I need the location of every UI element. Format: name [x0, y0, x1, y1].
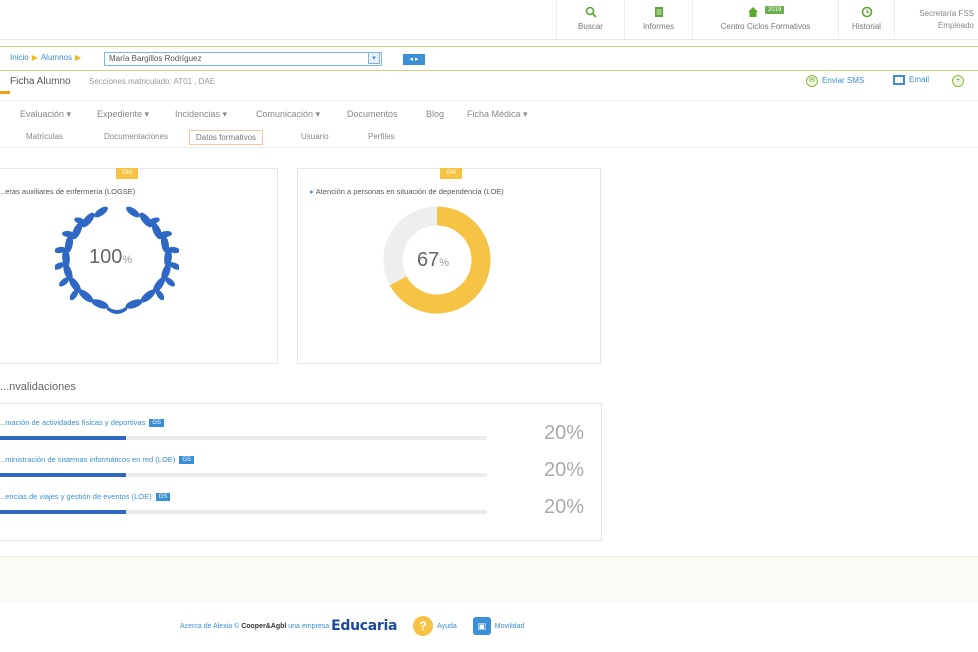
- report-icon: [654, 7, 663, 17]
- send-sms-label: Enviar SMS: [822, 76, 865, 86]
- menu-documentos[interactable]: Documentos: [347, 109, 398, 119]
- educaria-logo[interactable]: Educaria: [331, 618, 397, 634]
- user-type: Empleado: [937, 21, 974, 30]
- footer-company: Cooper&Agbl: [241, 622, 287, 630]
- course-link-arrow-icon: ▸: [310, 187, 314, 196]
- convalidacion-label: ...encias de viajes y gestión de eventos…: [0, 492, 152, 501]
- convalidacion-link[interactable]: ...encias de viajes y gestión de eventos…: [0, 492, 171, 502]
- toolbar-reports-label: Informes: [642, 22, 675, 31]
- progress-fill: [0, 436, 126, 440]
- user-role: Secretaría FSS: [919, 9, 974, 18]
- footer-company-suffix: una empresa: [288, 622, 330, 630]
- list-item: ...encias de viajes y gestión de eventos…: [0, 492, 599, 528]
- course-completion-percent: 100%: [89, 246, 132, 269]
- search-icon: [585, 6, 597, 18]
- center-year-badge: 2019: [764, 6, 785, 14]
- sms-icon: ✉: [806, 75, 818, 87]
- subtabs: Matrículas Documentaciones Datos formati…: [0, 126, 978, 148]
- breadcrumb: Inicio ▶ Alumnos ▶ María Bargillos Rodrígue…: [0, 46, 978, 71]
- main-menu: Evaluación ▾ Expediente ▾ Incidencias ▾ …: [0, 100, 978, 125]
- menu-evaluacion[interactable]: Evaluación ▾: [20, 109, 71, 120]
- breadcrumb-separator-icon: ▶: [74, 53, 82, 62]
- tab-documentaciones[interactable]: Documentaciones: [98, 130, 174, 143]
- toolbar-center-label: Centro Ciclos Formativos: [720, 22, 811, 31]
- top-toolbar: Buscar Informes 2019 Centro Ciclos Forma…: [0, 0, 978, 40]
- help-icon[interactable]: ?: [413, 616, 434, 636]
- footer-mobile-link[interactable]: Movilidad: [495, 623, 525, 630]
- student-select[interactable]: María Bargillos Rodríguez: [104, 52, 382, 66]
- convalidacion-percent: 20%: [544, 459, 585, 481]
- user-info: Secretaría FSS Empleado: [919, 8, 974, 32]
- progress-fill: [0, 473, 126, 477]
- level-badge: GS: [155, 493, 171, 502]
- toolbar-search-label: Buscar: [578, 22, 603, 31]
- course-level-badge: GM: [116, 168, 138, 179]
- toolbar-search-button[interactable]: Buscar: [556, 0, 624, 40]
- more-actions-icon: +: [952, 75, 964, 87]
- toolbar-history-button[interactable]: Historial: [838, 0, 894, 40]
- course-title[interactable]: ▸ Atención a personas en situación de dep…: [310, 187, 504, 196]
- footer-help-link[interactable]: Ayuda: [437, 623, 457, 630]
- user-menu[interactable]: Secretaría FSS Empleado: [894, 0, 978, 40]
- more-actions-button[interactable]: +: [952, 75, 968, 87]
- course-progress-value: 67: [417, 249, 440, 271]
- course-completion-value: 100: [89, 246, 123, 268]
- progress-track: [0, 436, 487, 440]
- toolbar-center-button[interactable]: 2019 Centro Ciclos Formativos: [692, 0, 838, 40]
- tab-perfiles[interactable]: Perfiles: [362, 130, 401, 143]
- menu-ficha-medica[interactable]: Ficha Médica ▾: [467, 109, 528, 120]
- course-level-badge: GM: [440, 168, 462, 179]
- breadcrumb-links: Inicio ▶ Alumnos ▶: [10, 53, 84, 62]
- student-select-dropdown-button[interactable]: ▾: [368, 52, 380, 64]
- menu-comunicacion[interactable]: Comunicación ▾: [256, 109, 320, 120]
- student-select-value: María Bargillos Rodríguez: [109, 54, 202, 63]
- page-title: Ficha Alumno: [10, 76, 71, 87]
- level-badge: GS: [179, 456, 194, 465]
- course-title-text: Atención a personas en situación de depe…: [315, 187, 504, 196]
- convalidacion-link[interactable]: ...ministración de sistemas informáticos…: [0, 455, 194, 465]
- progress-fill: [0, 510, 126, 514]
- footer: Acerca de Alexia © Cooper&Agbl una empre…: [180, 616, 524, 640]
- toolbar-reports-button[interactable]: Informes: [624, 0, 692, 40]
- convalidaciones-title: ...nvalidaciones: [0, 381, 76, 393]
- breadcrumb-home-link[interactable]: Inicio: [10, 53, 29, 62]
- menu-expediente[interactable]: Expediente ▾: [97, 109, 149, 120]
- convalidaciones-list: ...mación de actividades físicas y depor…: [0, 403, 602, 541]
- page-subtitle: Secciones matriculado: AT01 , DAE: [89, 77, 216, 86]
- tab-usuario[interactable]: Usuario: [295, 130, 335, 143]
- content-bottom-strip: [0, 556, 978, 602]
- course-title: ...eras auxiliares de enfermería (LOGSE): [0, 187, 136, 196]
- progress-track: [0, 510, 487, 514]
- email-label: Email: [909, 75, 930, 85]
- course-progress-unit: %: [439, 257, 450, 269]
- list-item: ...mación de actividades físicas y depor…: [0, 418, 599, 454]
- home-icon: [747, 7, 758, 17]
- tab-datos-formativos[interactable]: Datos formativos: [189, 130, 264, 145]
- course-completion-unit: %: [122, 254, 133, 266]
- menu-blog[interactable]: Blog: [426, 109, 444, 119]
- footer-about-link[interactable]: Acerca de Alexia ©: [180, 623, 239, 630]
- progress-track: [0, 473, 487, 477]
- mobile-icon[interactable]: ▣: [472, 617, 491, 635]
- menu-incidencias[interactable]: Incidencias ▾: [175, 109, 227, 120]
- level-badge: GS: [149, 419, 164, 428]
- convalidacion-label: ...mación de actividades físicas y depor…: [0, 418, 146, 427]
- list-item: ...ministración de sistemas informáticos…: [0, 455, 599, 491]
- tab-matriculas[interactable]: Matrículas: [20, 130, 69, 143]
- convalidacion-label: ...ministración de sistemas informáticos…: [0, 455, 176, 464]
- convalidacion-percent: 20%: [544, 422, 585, 444]
- send-sms-button[interactable]: ✉ Enviar SMS: [806, 75, 864, 87]
- breadcrumb-alumnos-link[interactable]: Alumnos: [41, 53, 72, 62]
- email-button[interactable]: Email: [893, 75, 929, 85]
- history-icon: [861, 6, 872, 18]
- course-progress-percent: 67%: [417, 249, 449, 272]
- toolbar-history-label: Historial: [852, 22, 881, 31]
- breadcrumb-separator-icon: ▶: [31, 53, 38, 62]
- email-icon: [893, 75, 905, 85]
- convalidacion-link[interactable]: ...mación de actividades físicas y depor…: [0, 418, 164, 428]
- student-header: Ficha Alumno Secciones matriculado: AT01…: [0, 71, 978, 93]
- convalidacion-percent: 20%: [544, 496, 585, 518]
- orange-accent-mark: [0, 91, 10, 94]
- student-nav-arrows[interactable]: ◂ ▸: [403, 54, 425, 65]
